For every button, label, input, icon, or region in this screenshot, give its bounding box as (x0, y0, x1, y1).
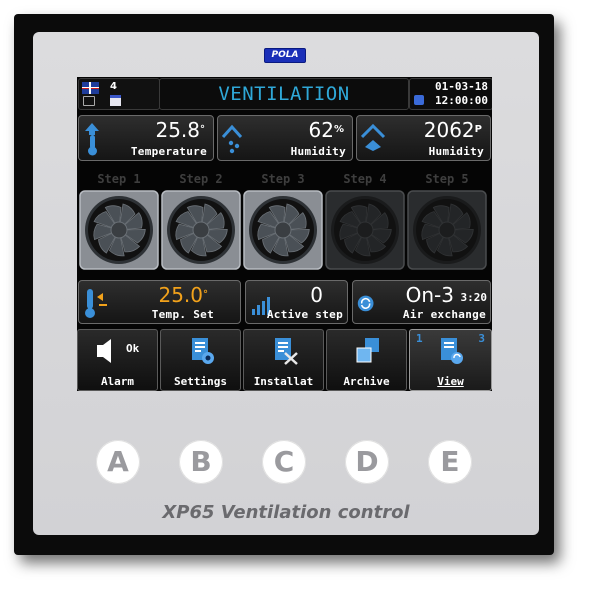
thermometer-setpoint-icon (85, 289, 107, 318)
temperature-tile[interactable]: 25.8° Temperature (78, 115, 214, 161)
humidity-label: Humidity (290, 145, 346, 158)
language-week-box[interactable]: 4 (78, 78, 160, 110)
air-exchange-value: On-3 (405, 283, 454, 307)
key-b-button[interactable]: B (179, 440, 223, 484)
key-d-button[interactable]: D (345, 440, 389, 484)
installation-button[interactable]: Installat (243, 329, 324, 391)
step-label-5: Step 5 (425, 172, 469, 186)
speaker-icon (97, 339, 111, 363)
settings-label: Settings (174, 375, 227, 388)
view-page-right: 3 (478, 332, 485, 345)
temperature-label: Temperature (130, 145, 207, 158)
keyboard-icon (83, 96, 95, 106)
air-exchange-label: Air exchange (402, 308, 486, 321)
clock-icon (414, 95, 424, 105)
archive-button[interactable]: Archive (326, 329, 407, 391)
temperature-value: 25.8° (155, 118, 205, 142)
fan-step-2[interactable] (161, 190, 241, 270)
air-exchange-tile[interactable]: On-3 3:20 Air exchange (352, 280, 491, 324)
fan-icon (325, 190, 405, 270)
step-label-4: Step 4 (343, 172, 387, 186)
fan-icon (79, 190, 159, 270)
alarm-ok-badge: Ok (126, 342, 140, 355)
temp-set-label: Temp. Set (151, 308, 214, 321)
fan-icon (407, 190, 487, 270)
fan-step-3[interactable] (243, 190, 323, 270)
temp-set-value: 25.0° (158, 283, 208, 307)
fan-icon (161, 190, 241, 270)
settings-document-icon (192, 338, 214, 364)
fan-step-5[interactable] (407, 190, 487, 270)
archive-label: Archive (343, 375, 390, 388)
humidity-drops-icon (222, 124, 243, 154)
view-document-icon (441, 338, 463, 364)
active-step-value: 0 (310, 283, 323, 307)
time-text: 12:00:00 (435, 94, 488, 107)
temp-set-tile[interactable]: 25.0° Temp. Set (78, 280, 241, 324)
brand-logo: POLA (264, 48, 306, 63)
calendar-icon (110, 95, 121, 106)
installation-document-icon (275, 338, 298, 365)
step-label-3: Step 3 (261, 172, 305, 186)
device-caption: XP65 Ventilation control (162, 502, 410, 523)
fan-step-4[interactable] (325, 190, 405, 270)
alarm-label: Alarm (100, 375, 135, 388)
step-label-2: Step 2 (179, 172, 223, 186)
air-exchange-time: 3:20 (460, 291, 488, 304)
thermometer-up-icon (85, 123, 99, 156)
pressure-house-icon (361, 123, 386, 151)
humidity-tile[interactable]: 62% Humidity (217, 115, 353, 161)
key-e-button[interactable]: E (428, 440, 472, 484)
pressure-label: Humidity (428, 145, 484, 158)
view-page-left: 1 (416, 332, 423, 345)
page-title: VENTILATION (218, 83, 350, 105)
uk-flag-icon[interactable] (82, 82, 99, 94)
refresh-cycle-icon (357, 295, 374, 312)
pressure-tile[interactable]: 2062P Humidity (356, 115, 491, 161)
settings-button[interactable]: Settings (160, 329, 241, 391)
date-text: 01-03-18 (435, 80, 488, 93)
lcd-screen: 4 VENTILATION 01-03-18 12:00:00 25.8° Te… (77, 77, 492, 391)
view-button[interactable]: 1 3 View (409, 329, 492, 391)
active-step-tile[interactable]: 0 Active step (245, 280, 348, 324)
view-label: View (437, 375, 464, 388)
key-c-button[interactable]: C (262, 440, 306, 484)
date-time-box[interactable]: 01-03-18 12:00:00 (409, 78, 492, 110)
fan-icon (243, 190, 323, 270)
title-bar: VENTILATION (159, 78, 409, 110)
week-number: 4 (110, 81, 117, 92)
alarm-button[interactable]: Ok Alarm (77, 329, 158, 391)
fan-step-1[interactable] (79, 190, 159, 270)
active-step-label: Active step (266, 308, 343, 321)
humidity-value: 62% (308, 118, 344, 142)
archive-icon (356, 338, 379, 363)
step-label-1: Step 1 (97, 172, 141, 186)
pressure-value: 2062P (423, 118, 482, 142)
key-a-button[interactable]: A (96, 440, 140, 484)
installation-label: Installat (253, 375, 314, 388)
